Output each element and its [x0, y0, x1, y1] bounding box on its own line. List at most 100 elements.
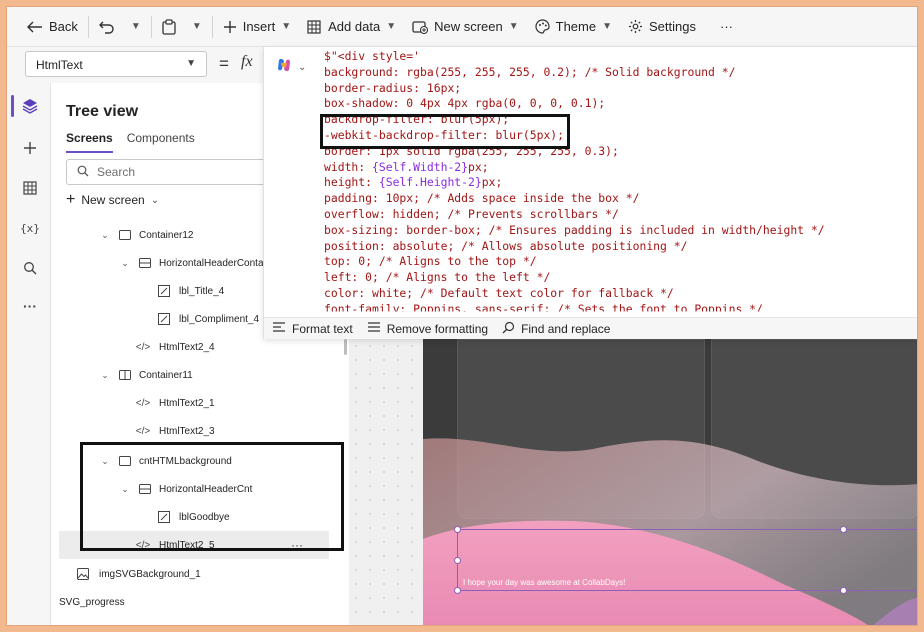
chevron-down-icon: ⌄	[150, 194, 160, 206]
code-line: box-sizing: border-box; /* Ensures paddi…	[324, 222, 825, 237]
tab-components[interactable]: Components	[127, 131, 195, 153]
html-code-icon: </>	[135, 397, 151, 409]
chevron-down-icon: ▼	[602, 21, 613, 32]
insert-label: Insert	[242, 19, 276, 34]
container-icon	[118, 228, 132, 242]
search-placeholder: Search	[97, 165, 136, 179]
resize-handle[interactable]	[454, 557, 461, 564]
chevron-down-icon: ▼	[130, 21, 141, 32]
highlight-box-code	[320, 114, 570, 149]
tree-item-label: imgSVGBackground_1	[99, 568, 201, 580]
code-text[interactable]: $"<div style=' background: rgba(255, 255,…	[324, 49, 825, 318]
tree-item-label: HorizontalHeaderContair	[159, 257, 270, 269]
more-icon[interactable]: ···	[19, 295, 41, 317]
settings-button[interactable]: Settings	[620, 7, 704, 47]
equals-sign: =	[219, 54, 229, 73]
tree-item-svg-progress[interactable]: SVG_progress	[51, 588, 349, 616]
insert-button[interactable]: Insert ▼	[215, 7, 299, 47]
insert-plus-icon[interactable]	[19, 137, 41, 159]
theme-button[interactable]: Theme ▼	[527, 7, 620, 47]
divider	[87, 15, 89, 38]
app-screen-preview[interactable]: I hope your day was awesome at CollabDay…	[423, 339, 917, 625]
undo-button[interactable]	[91, 7, 123, 47]
add-data-label: Add data	[328, 19, 381, 34]
copilot-button[interactable]: ⌄	[276, 57, 306, 78]
tree-item-htmltext2-3[interactable]: </> HtmlText2_3	[51, 417, 349, 445]
formula-editor[interactable]: ⌄ $"<div style=' background: rgba(255, 25…	[263, 47, 917, 339]
search-icon	[502, 321, 515, 337]
search-icon	[77, 165, 89, 180]
horizontal-container-icon	[138, 256, 152, 270]
tree-item-label: HtmlText2_3	[159, 425, 215, 437]
code-line: color: white; /* Default text color for …	[324, 285, 674, 300]
divider	[150, 15, 152, 38]
code-line: left: 0; /* Aligns to the left */	[324, 270, 551, 285]
code-line: $"<div style='	[324, 49, 421, 63]
code-line: background: rgba(255, 255, 255, 0.2); /*…	[324, 64, 736, 79]
code-line: position: absolute; /* Allows absolute p…	[324, 238, 688, 253]
gear-icon	[628, 19, 643, 34]
data-table-icon[interactable]	[19, 177, 41, 199]
code-line-width: width: {Self.Width-2}px;	[324, 159, 489, 174]
remove-formatting-label: Remove formatting	[386, 321, 489, 336]
tree-item-container11[interactable]: ⌄ Container11	[51, 361, 349, 389]
tree-item-label: Container12	[139, 229, 194, 241]
tree-tabs: Screens Components	[66, 131, 195, 153]
plus-icon	[223, 20, 237, 34]
chevron-down-icon: ⌄	[298, 62, 307, 73]
goodbye-label: I hope your day was awesome at CollabDay…	[463, 578, 626, 587]
format-text-button[interactable]: Format text	[272, 321, 353, 336]
chevron-down-icon: ▼	[191, 21, 202, 32]
more-commands-button[interactable]: ···	[704, 7, 741, 47]
code-expression: {Self.Height-2}	[378, 175, 482, 190]
settings-label: Settings	[649, 19, 696, 34]
chevron-down-icon: ▼	[386, 21, 397, 32]
resize-handle[interactable]	[454, 526, 461, 533]
command-bar: Back ▼ ▼ Insert ▼ Add data ▼ New screen …	[7, 7, 917, 47]
new-screen-tree-button[interactable]: + New screen ⌄	[66, 191, 159, 209]
variables-icon[interactable]: {x}	[19, 217, 41, 239]
chevron-down-icon: ▼	[281, 21, 292, 32]
chevron-down-icon: ▼	[508, 21, 519, 32]
canvas-grid	[349, 339, 423, 625]
property-dropdown[interactable]: HtmlText ▼	[25, 51, 207, 77]
active-indicator	[11, 95, 14, 117]
chevron-down-icon: ⌄	[101, 229, 109, 240]
back-button[interactable]: Back	[7, 7, 86, 47]
remove-formatting-button[interactable]: Remove formatting	[367, 321, 488, 336]
label-edit-icon	[157, 284, 171, 298]
chevron-down-icon: ⌄	[121, 257, 129, 268]
table-icon	[307, 19, 322, 34]
plus-icon: +	[66, 191, 76, 208]
undo-menu-button[interactable]: ▼	[123, 7, 149, 47]
more-icon: ···	[720, 19, 733, 34]
tab-screens[interactable]: Screens	[66, 131, 113, 153]
resize-handle[interactable]	[840, 587, 847, 594]
resize-handle[interactable]	[840, 526, 847, 533]
image-icon	[76, 567, 90, 581]
new-screen-label: New screen	[434, 19, 503, 34]
theme-label: Theme	[555, 19, 597, 34]
tree-item-imgsvgbackground-1[interactable]: imgSVGBackground_1	[51, 560, 349, 588]
new-screen-button[interactable]: New screen ▼	[404, 7, 527, 47]
new-screen-tree-label: New screen	[81, 193, 145, 207]
find-replace-button[interactable]: Find and replace	[502, 321, 610, 337]
tree-scrollbar[interactable]	[344, 339, 347, 355]
code-line: box-shadow: 0 4px 4px rgba(0, 0, 0, 0.1)…	[324, 96, 606, 111]
resize-handle[interactable]	[454, 587, 461, 594]
undo-icon	[98, 20, 115, 34]
search-input[interactable]: Search	[66, 159, 286, 185]
back-arrow-icon	[27, 21, 43, 33]
fx-icon: fx	[241, 53, 253, 70]
format-lines-icon	[272, 321, 286, 336]
add-data-button[interactable]: Add data ▼	[299, 7, 404, 47]
tree-item-label: HtmlText2_1	[159, 397, 215, 409]
paste-menu-button[interactable]: ▼	[184, 7, 210, 47]
tree-view-icon[interactable]	[19, 95, 41, 117]
lines-icon	[367, 321, 381, 336]
tree-item-htmltext2-1[interactable]: </> HtmlText2_1	[51, 389, 349, 417]
chevron-down-icon: ▼	[186, 58, 196, 69]
paste-button[interactable]	[154, 7, 184, 47]
code-line: overflow: hidden; /* Prevents scrollbars…	[324, 206, 619, 221]
search-icon[interactable]	[19, 257, 41, 279]
